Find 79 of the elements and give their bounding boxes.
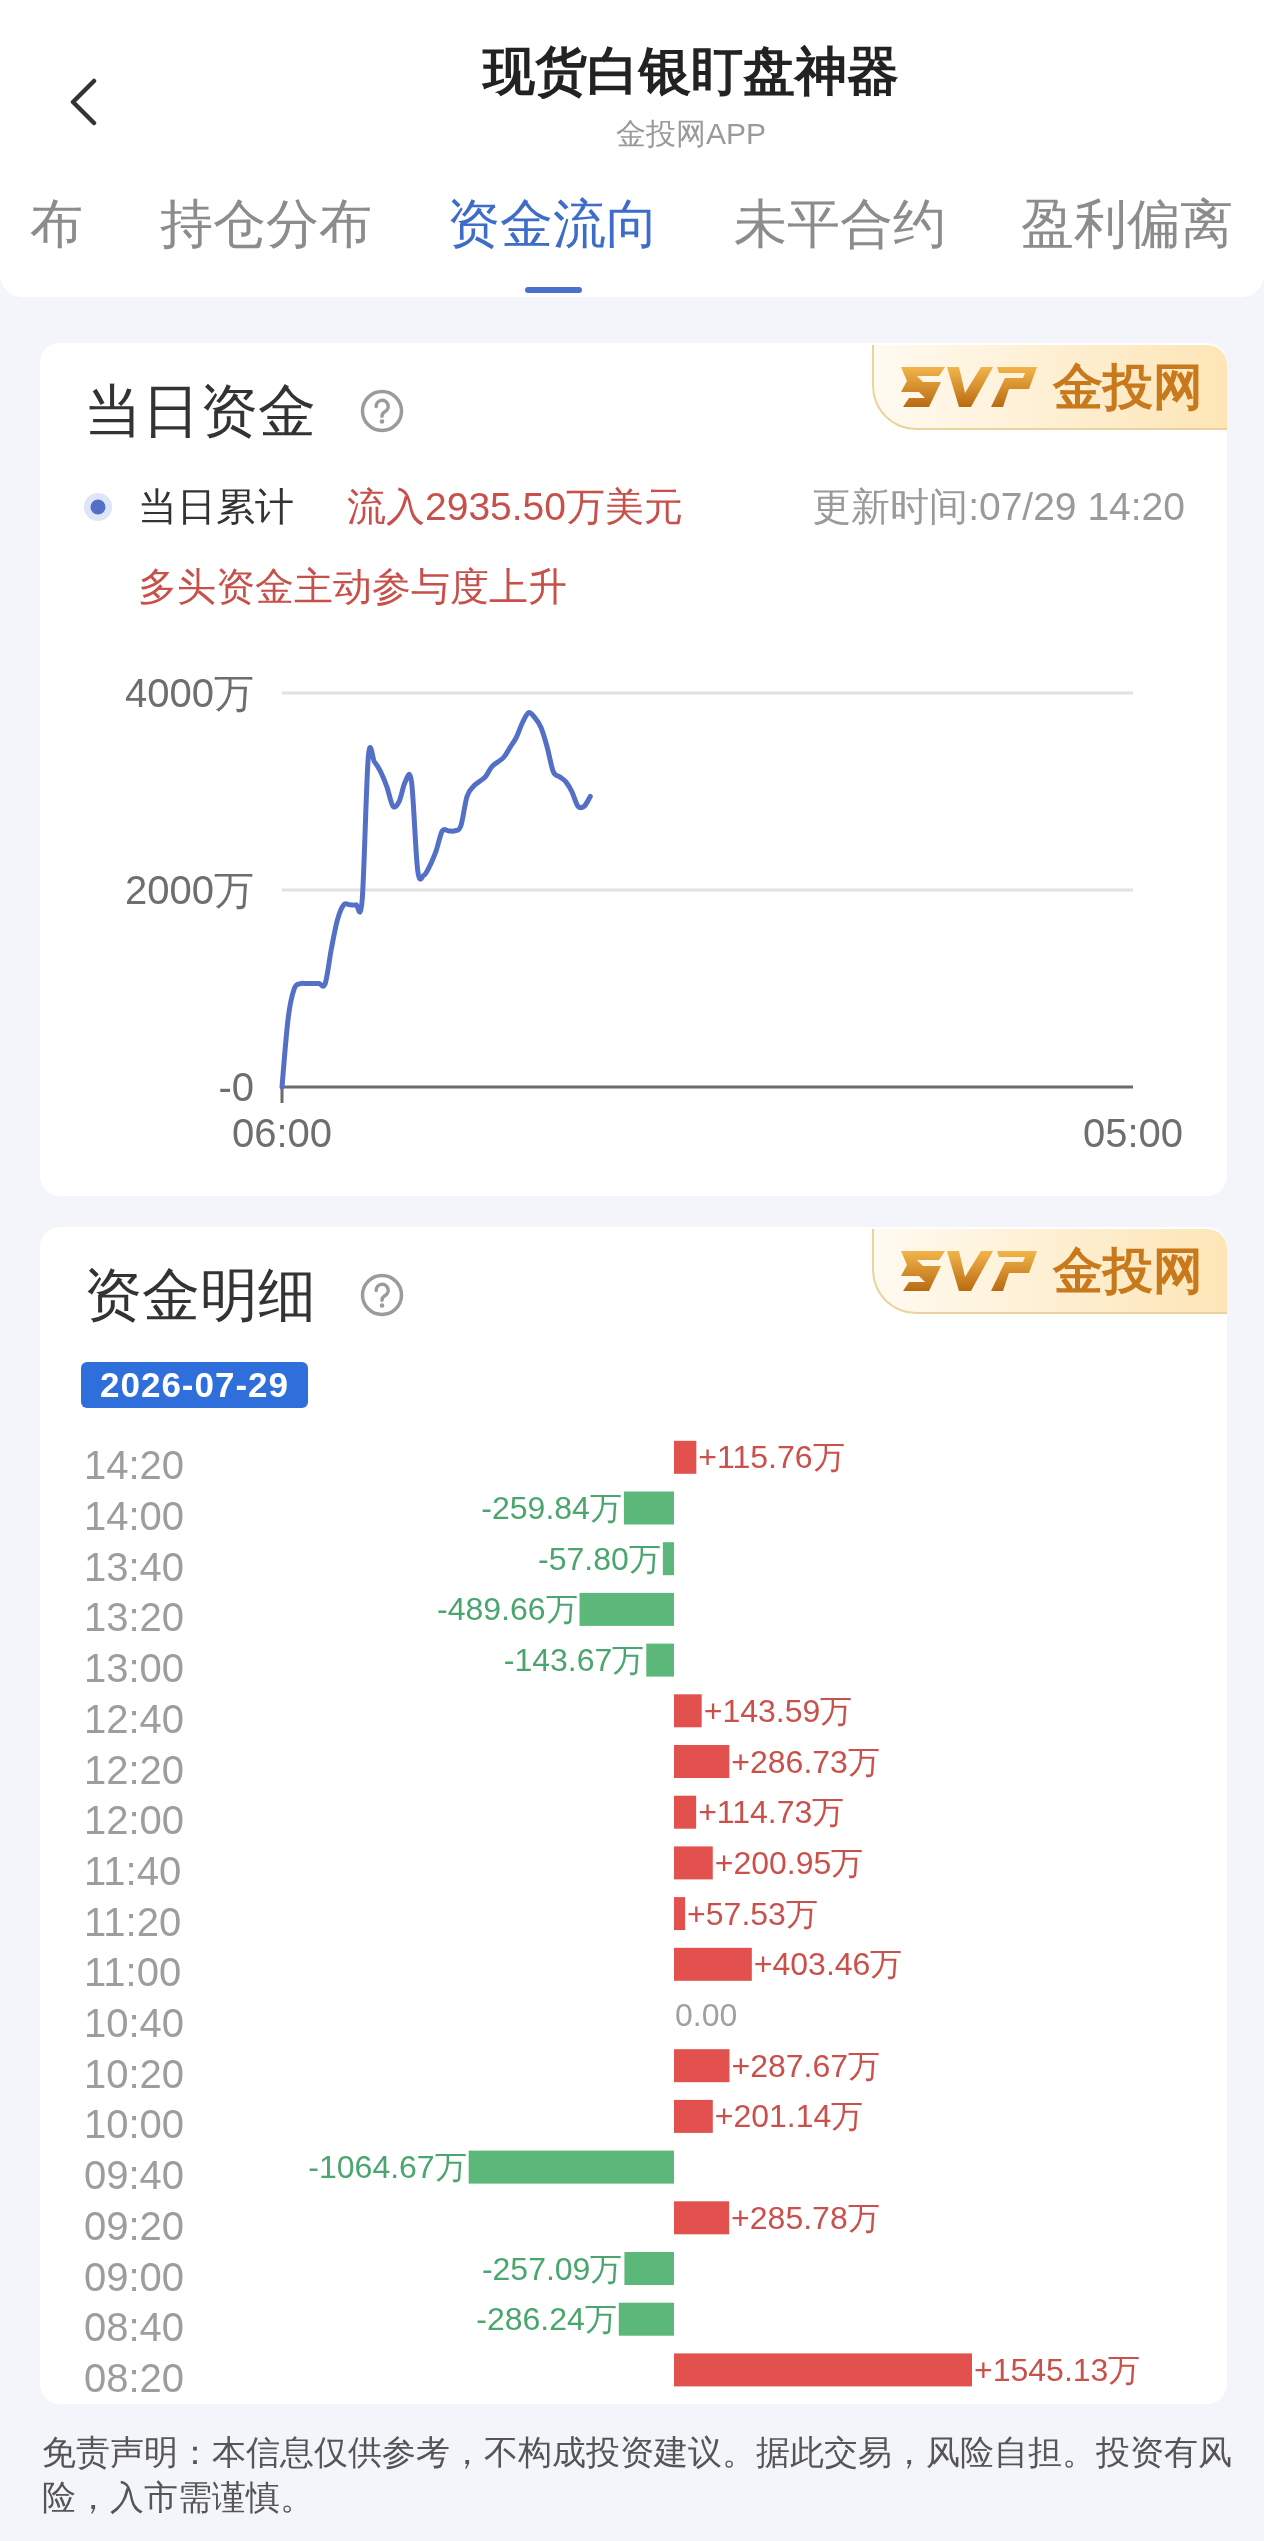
tab[interactable]: 持仓分布 [160, 189, 372, 293]
axis-label: 4000万 [125, 671, 254, 715]
time-label: 11:00 [84, 1950, 182, 1995]
bar-value-label: 0.00 [675, 1997, 738, 2033]
tab[interactable]: 盈利偏离 [1021, 189, 1233, 293]
axis-label: 06:00 [231, 1111, 333, 1155]
tab[interactable]: 布 [28, 189, 85, 293]
tab[interactable]: 资金流向 [447, 189, 659, 293]
axis-label: 2000万 [125, 868, 254, 912]
bar-value-label: -57.80万 [538, 1540, 661, 1577]
legend-label: 当日累计 [138, 484, 294, 530]
inflow-bar [674, 1694, 702, 1728]
time-label: 14:00 [84, 1494, 185, 1538]
date-badge: 2026-07-29 [81, 1362, 309, 1408]
bar-value-label: +57.53万 [687, 1895, 818, 1932]
bar-value-label: +403.46万 [753, 1946, 903, 1983]
time-label: 09:20 [84, 2203, 185, 2248]
bar-value-label: -257.09万 [481, 2250, 623, 2287]
update-time: 更新时间:07/29 14:20 [812, 484, 1185, 530]
time-label: 11:40 [84, 1848, 182, 1893]
tab[interactable]: 未平合约 [734, 189, 946, 293]
axis-label: -0 [218, 1065, 254, 1109]
inflow-bar [674, 1745, 730, 1778]
bar-value-label: -489.66万 [437, 1591, 578, 1628]
trend-note: 多头资金主动参与度上升 [138, 564, 568, 610]
help-icon[interactable] [360, 1273, 404, 1317]
time-label: 13:40 [84, 1544, 185, 1589]
brand-name: 金投网 [1053, 1241, 1203, 1301]
bar-value-label: +201.14万 [714, 2098, 864, 2135]
time-label: 08:20 [84, 2355, 185, 2400]
inflow-bar [674, 2201, 730, 2235]
logo-icon [901, 366, 1037, 407]
outflow-bar [624, 2252, 674, 2285]
time-label: 10:00 [84, 2102, 185, 2147]
time-label: 10:40 [84, 2001, 185, 2045]
section-title: 资金明细 [84, 1261, 316, 1329]
help-icon[interactable] [360, 389, 404, 433]
inflow-bar [674, 1897, 686, 1931]
time-label: 09:40 [84, 2153, 185, 2198]
bar-value-label: -286.24万 [476, 2301, 617, 2338]
bar-value-label: -1064.67万 [308, 2149, 467, 2186]
bar-value-label: -143.67万 [503, 1642, 645, 1679]
inflow-bar [674, 1846, 713, 1880]
inflow-amount: 流入2935.50万美元 [347, 484, 683, 530]
time-label: 08:40 [84, 2305, 185, 2350]
page-title: 现货白银盯盘神器 [483, 41, 899, 102]
inflow-bar [674, 2049, 730, 2083]
inflow-bar [674, 2099, 713, 2133]
inflow-bar [674, 1440, 697, 1474]
axis-label: 05:00 [1082, 1111, 1184, 1155]
logo-icon [901, 1250, 1037, 1291]
bar-value-label: -259.84万 [481, 1490, 622, 1526]
time-label: 10:20 [84, 2051, 185, 2096]
outflow-bar [623, 1491, 674, 1525]
section-title: 当日资金 [84, 377, 316, 445]
time-label: 12:00 [84, 1798, 185, 1843]
time-label: 14:20 [84, 1443, 185, 1488]
bar-value-label: +114.73万 [698, 1794, 845, 1831]
bar-value-label: +287.67万 [731, 2047, 881, 2084]
inflow-bar [674, 1795, 697, 1829]
bar-value-label: +1545.13万 [974, 2351, 1141, 2388]
bar-value-label: +286.73万 [731, 1743, 880, 1780]
disclaimer-text: 免责声明：本信息仅供参考，不构成投资建议。据此交易，风险自担。投资有风险，入市需谨慎。 [42, 2433, 1232, 2518]
time-label: 11:20 [84, 1899, 182, 1944]
outflow-bar [618, 2302, 674, 2336]
time-label: 12:20 [84, 1747, 185, 1792]
time-label: 12:40 [84, 1696, 185, 1741]
bar-value-label: +200.95万 [714, 1844, 864, 1881]
outflow-bar [646, 1643, 674, 1677]
bar-value-label: +285.78万 [731, 2199, 880, 2236]
brand-name: 金投网 [1053, 357, 1203, 417]
page-subtitle: 金投网APP [616, 116, 766, 152]
time-label: 09:00 [84, 2254, 185, 2299]
time-label: 13:00 [84, 1646, 185, 1691]
back-icon[interactable] [68, 78, 98, 126]
time-label: 13:20 [84, 1595, 185, 1640]
bar-value-label: +143.59万 [703, 1692, 853, 1729]
bar-value-label: +115.76万 [698, 1440, 845, 1476]
outflow-bar [662, 1542, 674, 1576]
